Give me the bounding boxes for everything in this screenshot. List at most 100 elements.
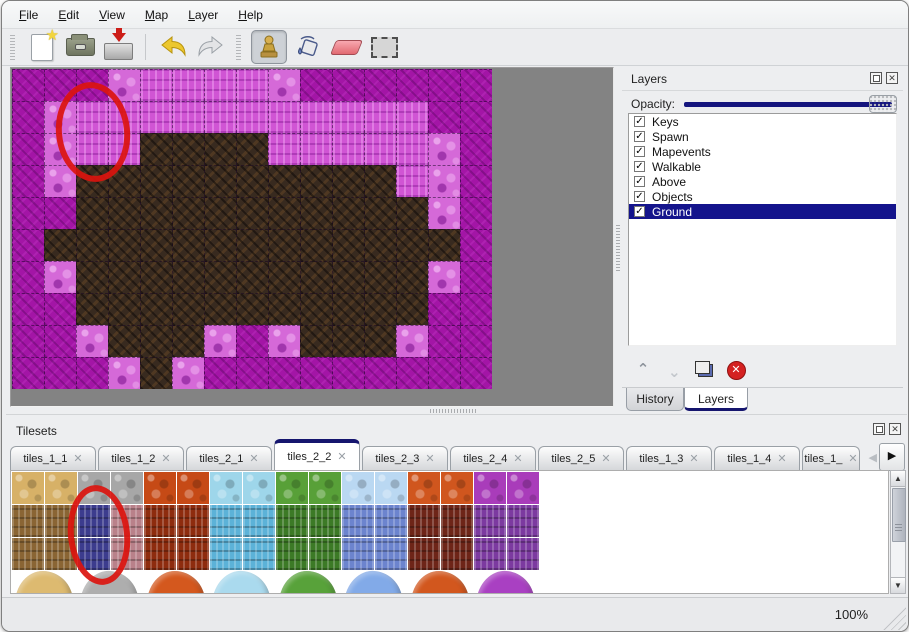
map-tile[interactable] xyxy=(428,229,460,261)
close-tab-icon[interactable]: ✕ xyxy=(337,450,346,463)
float-panel-icon[interactable] xyxy=(870,72,882,84)
map-tile[interactable] xyxy=(332,293,364,325)
layer-visibility-checkbox[interactable]: ✓ xyxy=(634,146,645,157)
map-tile[interactable] xyxy=(396,357,428,389)
map-tile[interactable] xyxy=(204,293,236,325)
tileset-tab-tiles_2_1[interactable]: tiles_2_1✕ xyxy=(186,446,272,470)
map-tile[interactable] xyxy=(108,325,140,357)
close-tab-icon[interactable]: ✕ xyxy=(161,452,170,465)
tileset-tile-ember[interactable] xyxy=(408,505,440,537)
map-tile[interactable] xyxy=(140,293,172,325)
layer-visibility-checkbox[interactable]: ✓ xyxy=(634,161,645,172)
tileset-tile-ice[interactable] xyxy=(210,538,242,570)
map-tile[interactable] xyxy=(396,165,428,197)
fill-tool-button[interactable] xyxy=(291,31,325,63)
layer-row-mapevents[interactable]: ✓Mapevents xyxy=(629,144,896,159)
map-tile[interactable] xyxy=(76,261,108,293)
tileset-tab-tiles_1_3[interactable]: tiles_1_3✕ xyxy=(626,446,712,470)
map-tile[interactable] xyxy=(140,229,172,261)
map-tile[interactable] xyxy=(44,69,76,101)
close-tab-icon[interactable]: ✕ xyxy=(848,452,857,465)
tileset-tile-gray-rock-blue[interactable] xyxy=(78,472,110,504)
tileset-tile-straw-blob[interactable] xyxy=(15,571,73,594)
map-tile[interactable] xyxy=(76,229,108,261)
map-tile[interactable] xyxy=(428,325,460,357)
map-tile[interactable] xyxy=(332,197,364,229)
tileset-tile-vines[interactable] xyxy=(276,538,308,570)
map-tile[interactable] xyxy=(268,133,300,165)
map-tile[interactable] xyxy=(236,69,268,101)
map-tile[interactable] xyxy=(236,197,268,229)
tileset-tile-vines[interactable] xyxy=(276,472,308,504)
menu-file[interactable]: File xyxy=(10,5,49,25)
map-tile[interactable] xyxy=(300,197,332,229)
tileset-tile-violet-net[interactable] xyxy=(474,505,506,537)
map-tile[interactable] xyxy=(460,165,492,197)
tab-history[interactable]: History xyxy=(626,388,684,411)
tileset-tab-tiles_2_3[interactable]: tiles_2_3✕ xyxy=(362,446,448,470)
undo-button[interactable] xyxy=(156,31,190,63)
map-tile[interactable] xyxy=(364,229,396,261)
map-tile[interactable] xyxy=(300,261,332,293)
map-tile[interactable] xyxy=(108,165,140,197)
tileset-tile-ember[interactable] xyxy=(441,538,473,570)
horizontal-splitter[interactable] xyxy=(10,407,614,414)
map-tile[interactable] xyxy=(300,229,332,261)
map-tile[interactable] xyxy=(428,293,460,325)
map-tile[interactable] xyxy=(44,325,76,357)
close-tab-icon[interactable]: ✕ xyxy=(601,452,610,465)
close-panel-icon[interactable]: ✕ xyxy=(886,72,898,84)
tileset-tile-lava[interactable] xyxy=(177,472,209,504)
tileset-tile-crystal[interactable] xyxy=(375,472,407,504)
map-tile[interactable] xyxy=(428,165,460,197)
close-tab-icon[interactable]: ✕ xyxy=(513,452,522,465)
tileset-tile-violet-net[interactable] xyxy=(474,538,506,570)
map-tile[interactable] xyxy=(108,133,140,165)
map-tile[interactable] xyxy=(140,357,172,389)
tileset-tile-straw[interactable] xyxy=(12,538,44,570)
map-tile[interactable] xyxy=(44,133,76,165)
map-tile[interactable] xyxy=(300,69,332,101)
map-tile[interactable] xyxy=(460,325,492,357)
toolbar-drag-handle[interactable] xyxy=(236,34,241,60)
tileset-tile-violet-net[interactable] xyxy=(507,472,539,504)
tileset-tile-violet-net[interactable] xyxy=(474,472,506,504)
map-tile[interactable] xyxy=(76,197,108,229)
map-tile[interactable] xyxy=(108,69,140,101)
map-tile[interactable] xyxy=(428,133,460,165)
tileset-tile-lava[interactable] xyxy=(177,505,209,537)
map-tile[interactable] xyxy=(172,229,204,261)
tileset-tile-crystal[interactable] xyxy=(342,538,374,570)
menu-map[interactable]: Map xyxy=(136,5,179,25)
map-tile[interactable] xyxy=(396,261,428,293)
stamp-tool-button[interactable] xyxy=(251,30,287,64)
map-tile[interactable] xyxy=(44,229,76,261)
map-canvas[interactable] xyxy=(12,69,492,389)
map-tile[interactable] xyxy=(12,69,44,101)
map-tile[interactable] xyxy=(140,325,172,357)
close-tab-icon[interactable]: ✕ xyxy=(689,452,698,465)
tileset-tile-lava[interactable] xyxy=(144,538,176,570)
tileset-tile-gray-rock-blue-blob[interactable] xyxy=(80,569,141,594)
map-tile[interactable] xyxy=(300,357,332,389)
map-tile[interactable] xyxy=(396,293,428,325)
tileset-tab-tiles_1_1[interactable]: tiles_1_1✕ xyxy=(10,446,96,470)
map-tile[interactable] xyxy=(364,133,396,165)
map-tile[interactable] xyxy=(332,101,364,133)
tileset-tile-ice[interactable] xyxy=(243,472,275,504)
map-tile[interactable] xyxy=(364,293,396,325)
map-tile[interactable] xyxy=(364,101,396,133)
menu-layer[interactable]: Layer xyxy=(179,5,229,25)
tileset-tile-ice[interactable] xyxy=(243,538,275,570)
vertical-splitter[interactable] xyxy=(614,67,622,413)
map-tile[interactable] xyxy=(460,69,492,101)
map-tile[interactable] xyxy=(268,229,300,261)
map-tile[interactable] xyxy=(12,165,44,197)
close-tab-icon[interactable]: ✕ xyxy=(249,452,258,465)
map-tile[interactable] xyxy=(76,357,108,389)
map-tile[interactable] xyxy=(204,165,236,197)
map-tile[interactable] xyxy=(332,69,364,101)
map-tile[interactable] xyxy=(428,69,460,101)
tileset-tile-vines-blob[interactable] xyxy=(279,571,337,594)
map-tile[interactable] xyxy=(204,261,236,293)
